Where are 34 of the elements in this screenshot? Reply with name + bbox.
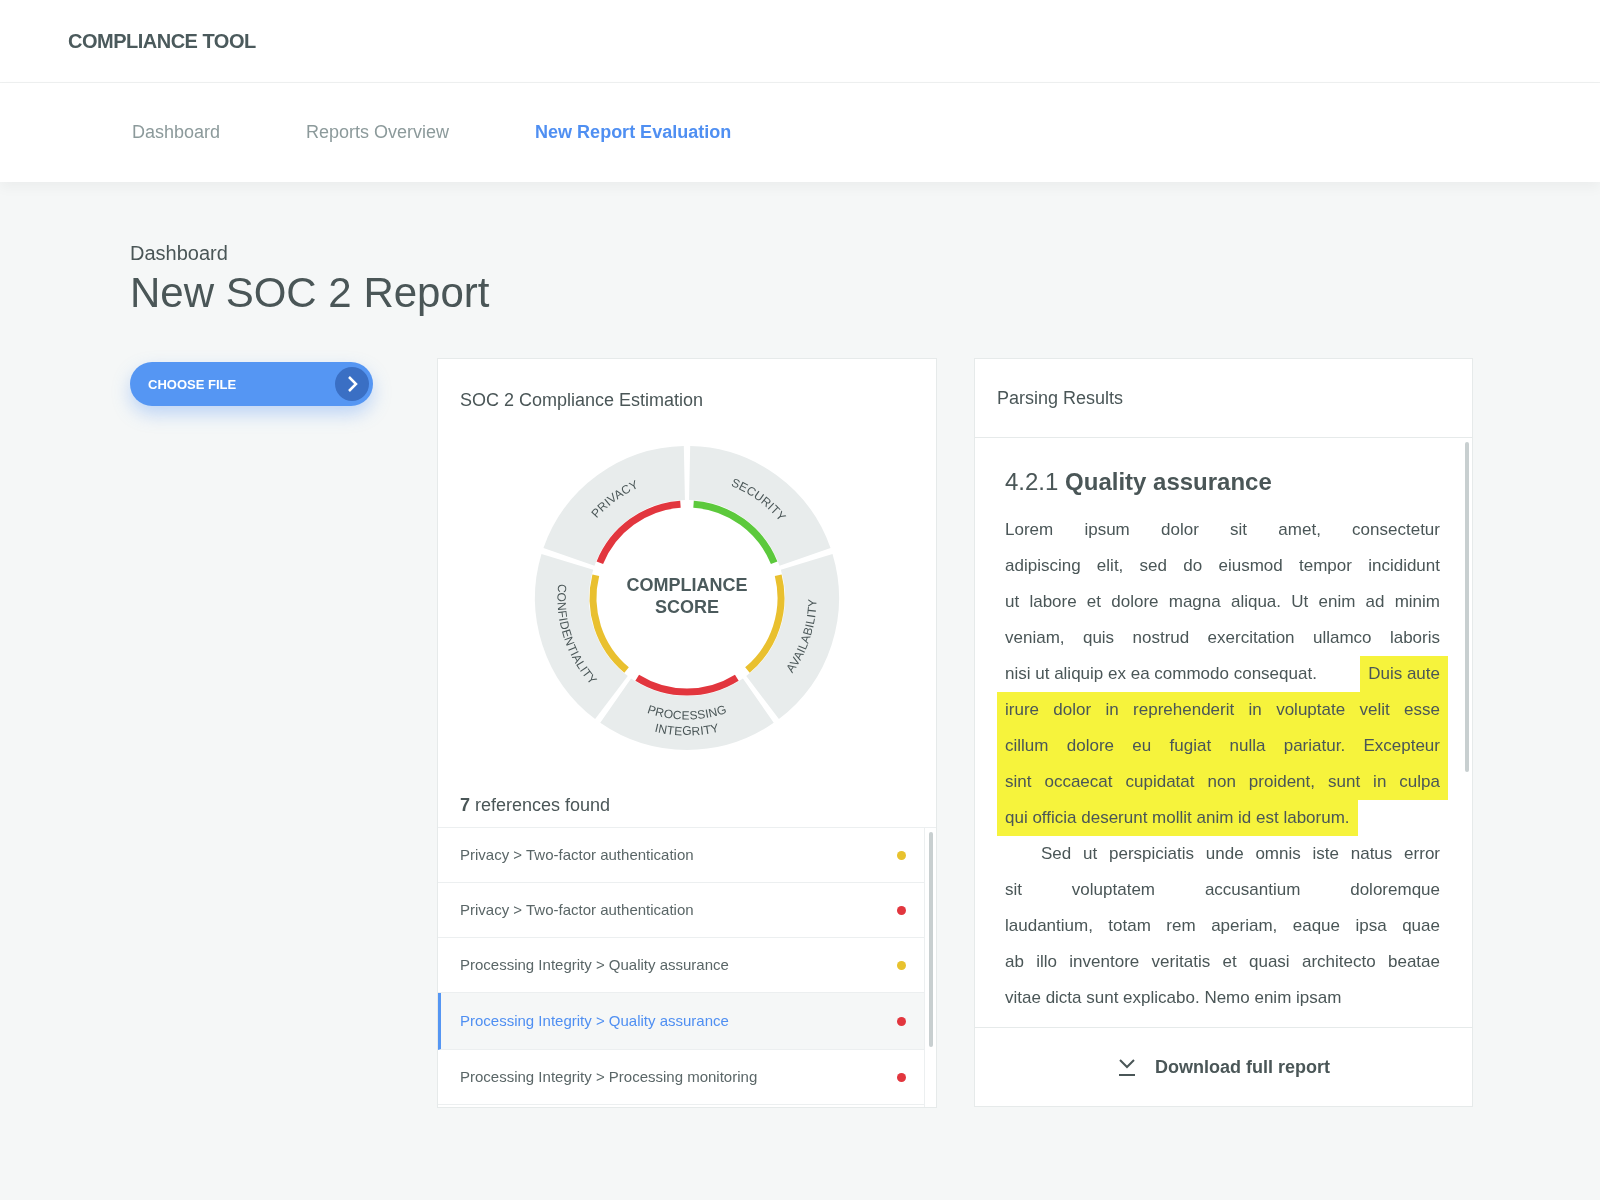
nav-tab[interactable]: New Report Evaluation	[535, 119, 732, 146]
segment-label: INTEGRITY	[653, 721, 721, 739]
highlighted-text: cillum dolore eu fugiat nulla pariatur. Excepteur	[997, 728, 1448, 765]
paragraph-text: Lorem ipsum dolor sit amet, consectetur	[1005, 519, 1440, 542]
highlighted-text: qui officia deserunt mollit anim id est laborum.	[997, 800, 1358, 837]
highlighted-text: Duis aute	[1360, 656, 1448, 693]
reference-item[interactable]: Privacy > Two-factor authentication	[438, 828, 924, 884]
scrollbar[interactable]	[928, 832, 933, 1048]
paragraph-text: sit voluptatem accusantium doloremque	[1005, 879, 1440, 902]
paragraph-text: adipiscing elit, sed do eiusmod tempor incididunt	[1005, 555, 1440, 578]
chevron-right-icon	[335, 367, 369, 402]
paragraph-text: veniam, quis nostrud exercitation ullamco laboris	[1005, 627, 1440, 650]
reference-item[interactable]: Privacy > Two-factor authentication	[438, 883, 924, 939]
scrollbar[interactable]	[1465, 442, 1469, 773]
paragraph-text: vitae dicta sunt explicabo. Nemo enim ipsam	[1005, 987, 1342, 1010]
paragraph-text: ab illo inventore veritatis et quasi architecto beatae	[1005, 951, 1440, 974]
download-button[interactable]: Download full report	[1117, 1053, 1330, 1081]
highlighted-text: sint occaecat cupidatat non proident, sunt in culpa	[997, 764, 1448, 801]
paragraph-text: laudantium, totam rem aperiam, eaque ipsa quae	[1005, 915, 1440, 938]
app-logo: COMPLIANCE TOOL	[68, 29, 256, 54]
download-icon	[1117, 1057, 1137, 1078]
breadcrumb[interactable]: Dashboard	[130, 238, 228, 268]
highlighted-text: irure dolor in reprehenderit in voluptate velit esse	[997, 692, 1448, 729]
page-title: New SOC 2 Report	[130, 268, 490, 318]
score-label: COMPLIANCE SCORE	[625, 574, 749, 619]
paragraph-text: ut labore et dolore magna aliqua. Ut enim ad minim	[1005, 591, 1440, 614]
references-count: 7 references found	[459, 794, 612, 818]
section-heading: 4.2.1 Quality assurance	[1005, 467, 1272, 498]
paragraph-text: nisi ut aliquip ex ea commodo consequat.	[1005, 663, 1317, 686]
card-title: Parsing Results	[975, 359, 1472, 439]
card-title: SOC 2 Compliance Estimation	[459, 389, 705, 413]
segment-label: PROCESSING	[645, 702, 729, 723]
reference-item[interactable]: Processing Integrity > Processing monitoring	[438, 1050, 924, 1106]
paragraph-text: Sed ut perspiciatis unde omnis iste natus error	[1041, 843, 1440, 866]
